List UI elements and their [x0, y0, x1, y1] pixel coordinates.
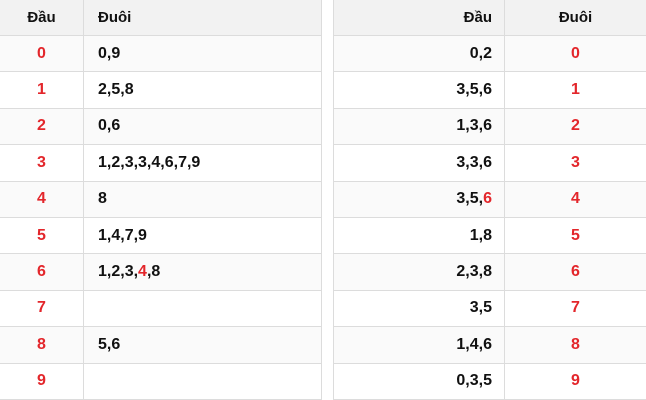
value-segment: 8	[98, 190, 107, 208]
table-row: 3 1,2,3,3,4,6,7,9	[0, 145, 322, 182]
value-segment: 2,5,8	[98, 81, 134, 99]
table-row: 1,3,6 2	[333, 108, 646, 146]
duoi-cell: 1,2,3, 4,8	[84, 254, 322, 290]
duoi-cell: 9	[571, 372, 580, 390]
value-segment: 3,5,	[456, 190, 484, 208]
value-segment: 4	[138, 263, 147, 281]
table-row: 7	[0, 290, 322, 328]
dau-cell: 0,2	[333, 36, 505, 72]
table-row: 2 0,6	[0, 108, 322, 146]
value-segment: 6	[483, 190, 492, 208]
value-segment: 1,8	[469, 226, 492, 244]
dau-cell: 3,5,6	[333, 72, 505, 108]
header-duoi: Đuôi	[84, 0, 322, 35]
dau-cell: 0,3,5	[333, 363, 505, 399]
duoi-cell: 4	[571, 190, 580, 208]
duoi-cell: 6	[571, 263, 580, 281]
dau-cell: 9	[0, 363, 84, 399]
dau-cell: 3,5,6	[333, 181, 505, 217]
table-row: 3,5,6 1	[333, 72, 646, 109]
duoi-cell: 8	[571, 335, 580, 353]
value-segment: 0,3,5	[456, 372, 492, 390]
dau-duoi-table: Đầu Đuôi 0 0,9 1 2,5,8 2 0,6 3 1,2,3,3,4,6,7,9 4…	[0, 0, 322, 400]
duoi-cell: 0	[571, 44, 580, 62]
duoi-cell: 3	[571, 153, 580, 171]
table-row: 9	[0, 363, 322, 400]
value-segment: 1,4,6	[456, 335, 492, 353]
dau-cell: 0	[0, 36, 84, 72]
duoi-cell: 2	[571, 117, 580, 135]
value-segment: 5,6	[98, 335, 121, 353]
table-row: 8 5,6	[0, 327, 322, 364]
duoi-cell: 1,2,3,3,4,6,7,9	[84, 145, 322, 181]
dau-cell: 1	[0, 72, 84, 108]
duoi-cell: 0,9	[84, 36, 322, 72]
table-row: 2,3,8 6	[333, 254, 646, 291]
duoi-cell	[84, 363, 322, 399]
table-row: 3,3,6 3	[333, 145, 646, 182]
value-segment: 1,3,6	[456, 117, 492, 135]
value-segment: ,8	[146, 263, 161, 281]
dau-cell: 3,3,6	[333, 145, 505, 181]
dau-cell: 8	[0, 327, 84, 363]
table-header-row: Đầu Đuôi	[0, 0, 322, 36]
duoi-cell: 5,6	[84, 327, 322, 363]
dau-cell: 4	[0, 181, 84, 217]
dau-cell: 5	[0, 217, 84, 254]
table-row: 1,8 5	[333, 217, 646, 255]
table-row: 0 0,9	[0, 36, 322, 73]
dau-cell: 1,4,6	[333, 327, 505, 363]
duoi-cell: 1	[571, 81, 580, 99]
value-segment: 1,2,3,	[98, 263, 139, 281]
duoi-cell	[84, 290, 322, 327]
table-row: 0,2 0	[333, 36, 646, 73]
value-segment: 3,5,6	[456, 81, 492, 99]
dau-cell: 1,8	[333, 217, 505, 254]
dau-cell: 7	[0, 290, 84, 327]
table-row: 0,3,5 9	[333, 363, 646, 400]
value-segment: 0,6	[98, 117, 121, 135]
value-segment: 0,9	[98, 44, 121, 62]
table-row: 1,4,6 8	[333, 327, 646, 364]
dau-cell: 2,3,8	[333, 254, 505, 290]
header-duoi: Đuôi	[558, 9, 593, 26]
duoi-cell: 1,4,7,9	[84, 217, 322, 254]
value-segment: 3,3,6	[456, 153, 492, 171]
duoi-cell: 2,5,8	[84, 72, 322, 108]
duoi-dau-table: Đầu Đuôi 0,2 0 3,5,6 1 1,3,6 2 3,3,6 3 3,5, 6 4 1,8…	[333, 0, 646, 400]
table-row: 3,5 7	[333, 290, 646, 328]
value-segment: 3,5	[469, 299, 492, 317]
duoi-cell: 5	[571, 226, 580, 244]
value-segment: 2,3,8	[456, 263, 492, 281]
value-segment: 0,2	[469, 44, 492, 62]
value-segment: 1,2,3,3,4,6,7,9	[98, 153, 201, 171]
dau-cell: 6	[0, 254, 84, 290]
dau-cell: 3,5	[333, 290, 505, 327]
dau-cell: 2	[0, 108, 84, 145]
value-segment: 1,4,7,9	[98, 226, 147, 244]
table-row: 6 1,2,3, 4,8	[0, 254, 322, 291]
table-row: 1 2,5,8	[0, 72, 322, 109]
header-dau: Đầu	[0, 0, 84, 35]
dau-cell: 1,3,6	[333, 108, 505, 145]
table-row: 48	[0, 181, 322, 218]
dau-cell: 3	[0, 145, 84, 181]
table-row: 5 1,4,7,9	[0, 217, 322, 255]
table-header-row: Đầu Đuôi	[333, 0, 646, 36]
duoi-cell: 8	[84, 181, 322, 217]
table-row: 3,5, 6 4	[333, 181, 646, 218]
duoi-cell: 0,6	[84, 108, 322, 145]
header-dau: Đầu	[333, 0, 505, 35]
duoi-cell: 7	[571, 299, 580, 317]
